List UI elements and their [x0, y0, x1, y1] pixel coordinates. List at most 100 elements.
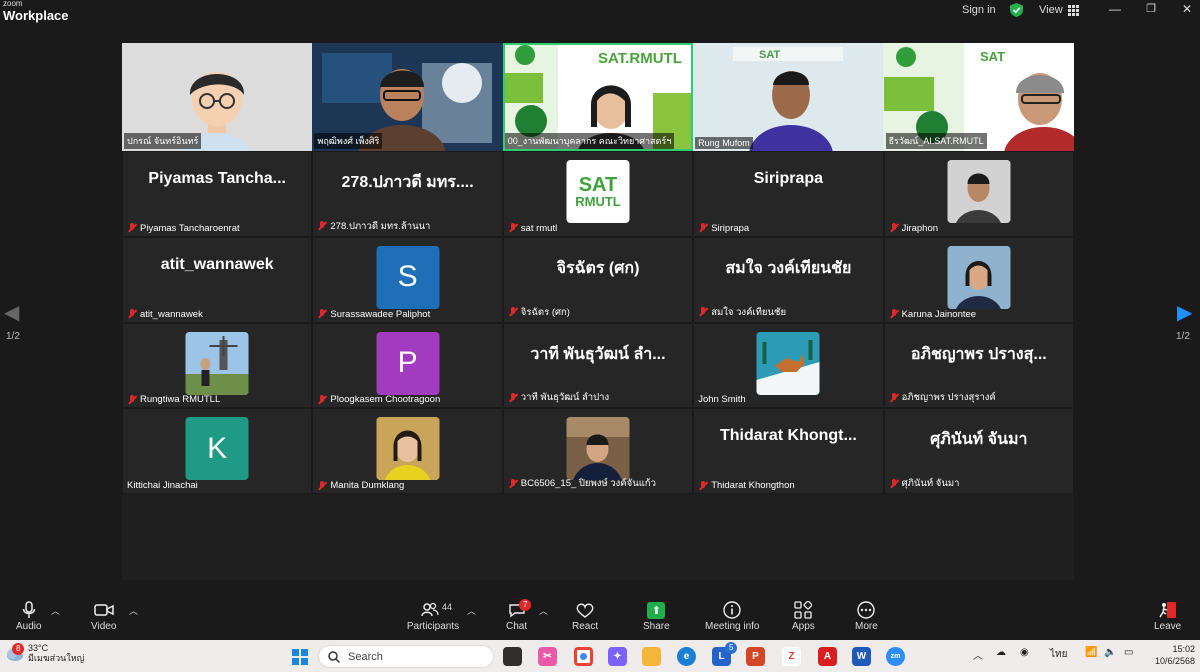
- minimize-icon[interactable]: —: [1108, 2, 1122, 16]
- speaker-video-3-active[interactable]: SAT.RMUTL 00_งานพัฒนาบุคลากร คณะวิทยาศาส…: [502, 43, 694, 151]
- participant-display-name: Piyamas Tancha...: [148, 170, 286, 187]
- mic-muted-icon: [698, 223, 708, 233]
- windows-start-icon[interactable]: [290, 647, 309, 666]
- meeting-info-button[interactable]: Meeting info: [705, 599, 759, 632]
- next-page-arrow-icon[interactable]: ▶: [1177, 300, 1192, 325]
- participant-label: Ploogkasem Chootragoon: [317, 394, 440, 405]
- sat-rmutl-logo: SAT RMUTL: [566, 160, 630, 223]
- chrome-icon[interactable]: [574, 647, 593, 666]
- apps-icon: [794, 599, 813, 621]
- speaker-video-1[interactable]: ปกรณ์ จันทร์อินทร์: [122, 43, 313, 151]
- chat-options-chevron-icon[interactable]: ︿: [539, 604, 548, 617]
- participant-tile[interactable]: สมใจ วงค์เทียนชัย สมใจ วงค์เทียนชัย: [693, 236, 884, 323]
- page-indicator-right: 1/2: [1176, 331, 1190, 342]
- speaker-name: พฤฒิพงศ์ เพ็งศิริ: [314, 133, 383, 149]
- copilot-icon[interactable]: ✦: [608, 647, 627, 666]
- react-button[interactable]: React: [572, 599, 598, 632]
- letter-avatar: K: [185, 417, 249, 481]
- acrobat-icon[interactable]: A: [818, 647, 837, 666]
- participant-tile[interactable]: John Smith: [693, 322, 884, 409]
- share-button[interactable]: ⬆ Share: [643, 599, 670, 632]
- mic-muted-icon: [127, 223, 137, 233]
- cloud-tray-icon[interactable]: ☁: [996, 647, 1006, 658]
- participant-tile[interactable]: วาที พันธุวัฒน์ ลำ... วาที พันธุวัฒน์ ลำ…: [502, 322, 694, 409]
- participant-tile[interactable]: Thidarat Khongt... Thidarat Khongthon: [693, 408, 884, 495]
- mic-muted-icon: [889, 478, 899, 489]
- react-label: React: [572, 621, 599, 632]
- weather-widget[interactable]: 8 33°C มีเมฆส่วนใหญ่: [4, 643, 84, 664]
- shield-check-icon[interactable]: [1010, 3, 1023, 17]
- weather-location: มีเมฆส่วนใหญ่: [28, 653, 85, 664]
- edge-icon[interactable]: e: [677, 647, 696, 666]
- leave-button[interactable]: Leave: [1154, 599, 1181, 632]
- speaker-video-5[interactable]: SAT ธีรวัฒน์_AI.SAT.RMUTL: [883, 43, 1074, 151]
- app-z-icon[interactable]: Z: [782, 647, 801, 666]
- speaker-video-4[interactable]: SAT Rung Mufom: [693, 43, 884, 151]
- participant-label: Jiraphon: [889, 223, 938, 234]
- meet-tray-icon[interactable]: ◉: [1020, 647, 1029, 658]
- mic-muted-icon: [127, 309, 137, 319]
- sign-in-link[interactable]: Sign in: [962, 4, 996, 16]
- participant-tile[interactable]: ศุภินันท์ จันมา ศุภินันท์ จันมา: [883, 408, 1074, 495]
- speaker-name: ธีรวัฒน์_AI.SAT.RMUTL: [885, 133, 987, 149]
- mic-muted-icon: [698, 480, 708, 491]
- participant-display-name: วาที พันธุวัฒน์ ลำ...: [530, 345, 666, 363]
- participant-label: ศุภินันท์ จันมา: [889, 476, 959, 491]
- audio-button[interactable]: Audio: [16, 599, 42, 632]
- speaker-icon[interactable]: 🔈: [1104, 647, 1116, 658]
- windows-taskbar: 8 33°C มีเมฆส่วนใหญ่ Search ✂ ✦ e L 5 P …: [0, 640, 1200, 672]
- input-language[interactable]: ไทย: [1050, 647, 1067, 662]
- participant-tile[interactable]: P Ploogkasem Chootragoon: [312, 322, 503, 409]
- participant-tile[interactable]: BC6506_15_ ปิยพงษ์ วงค์จันแก้ว: [502, 408, 694, 495]
- participant-tile[interactable]: Rungtiwa RMUTLL: [122, 322, 313, 409]
- participant-tile[interactable]: 278.ปภาวดี มทร.... 278.ปภาวดี มทร.ล้านนา: [312, 151, 503, 237]
- participant-tile[interactable]: Siriprapa Siriprapa: [693, 151, 884, 237]
- powerpoint-icon[interactable]: P: [746, 647, 765, 666]
- participants-label: Participants: [406, 621, 460, 632]
- letter-avatar: S: [376, 245, 440, 309]
- participants-button[interactable]: Participants 44: [403, 599, 463, 632]
- taskbar-search-box[interactable]: Search: [318, 645, 494, 668]
- participant-label: Manita Dumklang: [317, 480, 404, 491]
- participant-tile[interactable]: Manita Dumklang: [312, 408, 503, 495]
- outlook-badge: 5: [725, 642, 738, 654]
- participants-options-chevron-icon[interactable]: ︿: [467, 604, 476, 617]
- video-options-chevron-icon[interactable]: ︿: [129, 604, 138, 617]
- battery-icon[interactable]: ▭: [1124, 647, 1133, 658]
- tray-overflow-chevron-icon[interactable]: ︿: [973, 647, 983, 662]
- apps-button[interactable]: Apps: [792, 599, 815, 632]
- prev-page-arrow-icon[interactable]: ◀: [4, 300, 19, 325]
- wifi-icon[interactable]: 📶: [1085, 647, 1097, 658]
- participant-tile[interactable]: จิรฉัตร (ศก) จิรฉัตร (ศก): [502, 236, 694, 323]
- file-explorer-icon[interactable]: [642, 647, 661, 666]
- more-button[interactable]: More: [855, 599, 878, 632]
- participant-name: Karuna Jainontee: [901, 308, 977, 320]
- participant-name: BC6506_15_ ปิยพงษ์ วงค์จันแก้ว: [520, 478, 656, 490]
- system-clock[interactable]: 15:02 10/6/2568: [1145, 644, 1195, 667]
- participant-tile[interactable]: SAT RMUTL sat rmutl: [502, 151, 694, 237]
- participant-tile[interactable]: Karuna Jainontee: [883, 236, 1074, 323]
- participant-tile[interactable]: S Surassawadee Paliphot: [312, 236, 503, 323]
- clock-date: 10/6/2568: [1154, 655, 1195, 666]
- leave-label: Leave: [1154, 621, 1182, 632]
- word-icon[interactable]: W: [852, 647, 871, 666]
- close-icon[interactable]: ✕: [1180, 2, 1194, 16]
- video-button[interactable]: Video: [91, 599, 116, 632]
- title-bar: zoom Workplace Sign in View — ❐ ✕: [0, 0, 1200, 28]
- participant-tile[interactable]: Jiraphon: [883, 151, 1074, 237]
- speaker-video-2[interactable]: พฤฒิพงศ์ เพ็งศิริ: [312, 43, 503, 151]
- speaker-video-frame: SAT: [693, 43, 884, 151]
- profile-photo: [185, 331, 249, 395]
- task-view-icon[interactable]: [503, 647, 522, 666]
- audio-options-chevron-icon[interactable]: ︿: [51, 604, 60, 617]
- participant-tile[interactable]: อภิชญาพร ปรางสุ... อภิชญาพร ปรางสุรางค์: [883, 322, 1074, 409]
- mic-muted-icon: [127, 394, 137, 405]
- participant-tile[interactable]: Piyamas Tancha... Piyamas Tancharoenrat: [122, 151, 313, 237]
- view-button[interactable]: View: [1039, 4, 1079, 16]
- zoom-app-icon[interactable]: zm: [886, 647, 905, 666]
- restore-icon[interactable]: ❐: [1144, 2, 1158, 15]
- participant-tile[interactable]: K Kittichai Jinachai: [122, 408, 313, 495]
- participant-tile[interactable]: atit_wannawek atit_wannawek: [122, 236, 313, 323]
- mic-muted-icon: [317, 480, 327, 491]
- snipping-tool-icon[interactable]: ✂: [538, 647, 557, 666]
